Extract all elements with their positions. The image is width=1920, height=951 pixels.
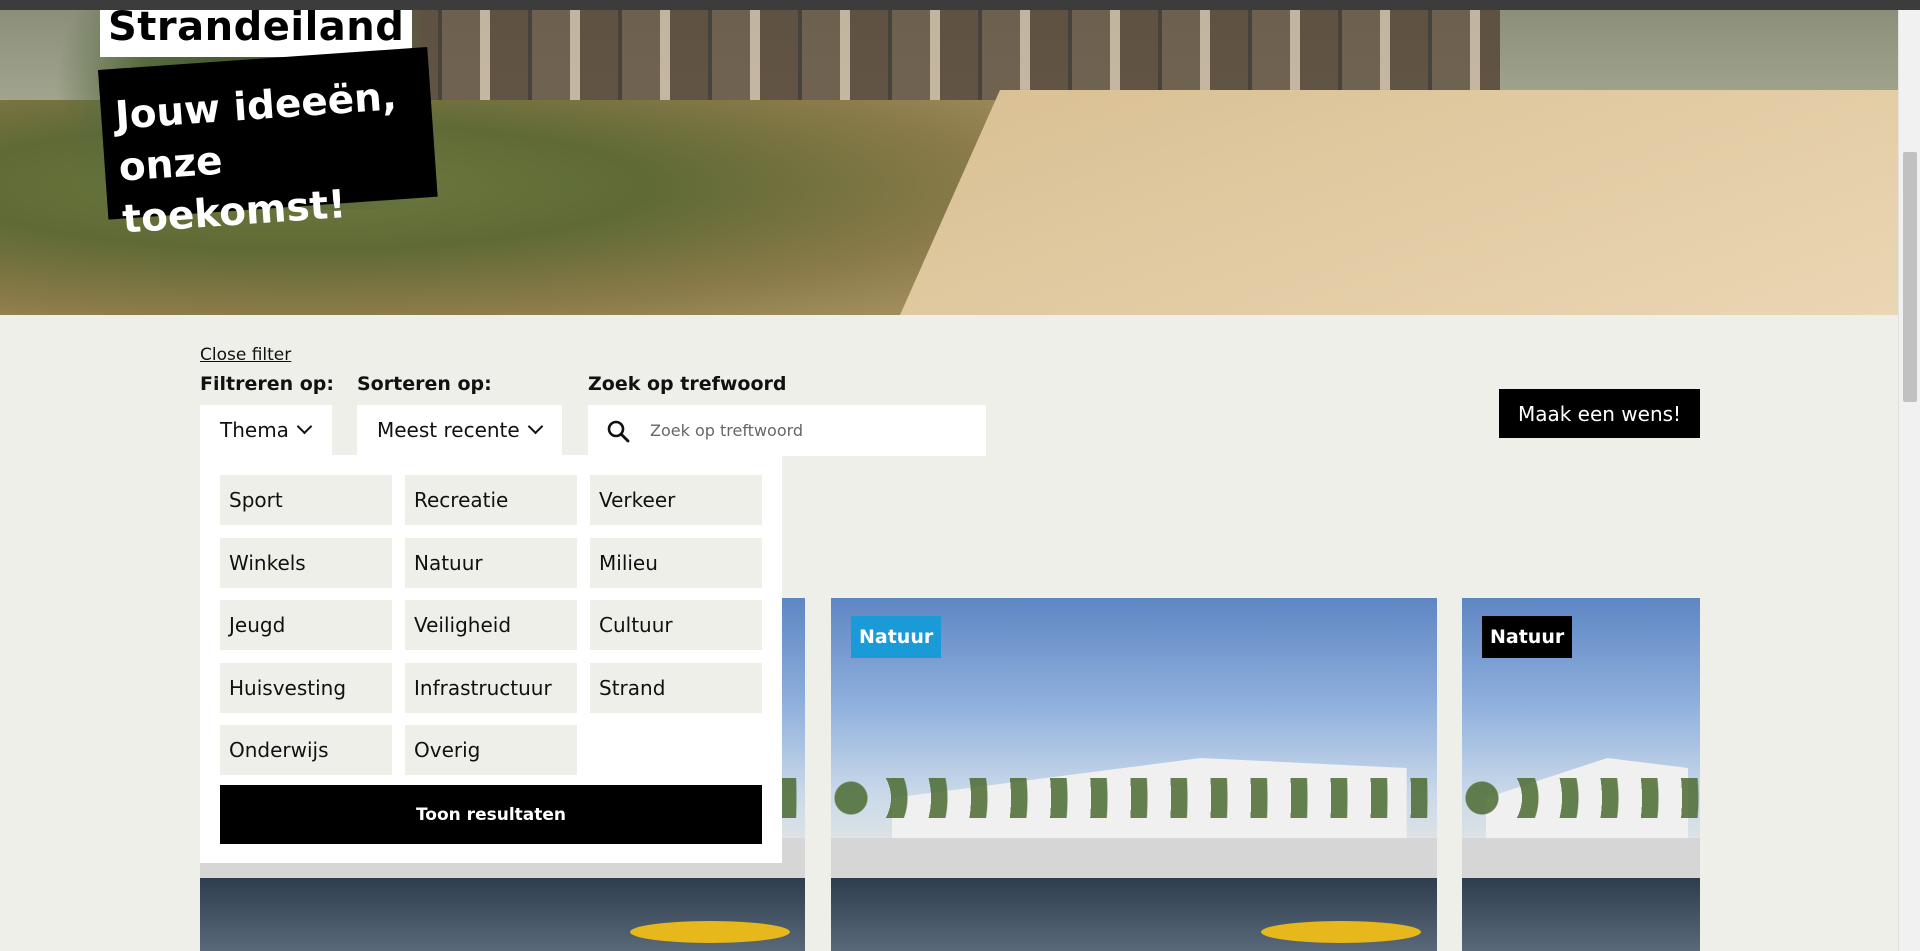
sort-label: Sorteren op: <box>357 373 492 395</box>
card-image-trees <box>1462 778 1700 818</box>
sort-dropdown[interactable]: Meest recente <box>357 405 562 455</box>
idea-card[interactable]: Natuur <box>1462 598 1700 951</box>
search-icon <box>607 420 630 442</box>
browser-top-bar <box>0 0 1920 10</box>
hero-beach <box>900 90 1898 315</box>
sort-dropdown-value: Meest recente <box>377 418 520 442</box>
make-wish-button[interactable]: Maak een wens! <box>1499 389 1700 438</box>
slogan-box: Jouw ideeën, onze toekomst! <box>98 46 438 243</box>
show-results-button[interactable]: Toon resultaten <box>220 785 762 844</box>
search-label: Zoek op trefwoord <box>588 373 787 395</box>
card-image-deck <box>831 838 1437 878</box>
thema-option[interactable]: Strand <box>590 663 762 713</box>
thema-option[interactable]: Winkels <box>220 538 392 588</box>
slogan-line-2: onze toekomst! <box>117 138 348 243</box>
thema-option[interactable]: Natuur <box>405 538 577 588</box>
scrollbar-thumb[interactable] <box>1903 152 1917 402</box>
thema-option[interactable]: Onderwijs <box>220 725 392 775</box>
thema-option[interactable]: Overig <box>405 725 577 775</box>
chevron-down-icon <box>527 418 543 434</box>
card-image-kayak <box>1261 921 1421 943</box>
thema-option[interactable]: Verkeer <box>590 475 762 525</box>
search-box[interactable] <box>588 405 986 456</box>
thema-dropdown[interactable]: Thema <box>200 405 332 455</box>
chevron-down-icon <box>296 418 313 434</box>
category-tag: Natuur <box>1482 616 1573 658</box>
thema-dropdown-value: Thema <box>220 418 289 442</box>
brand-title-box: Strandeiland <box>100 10 413 57</box>
thema-option[interactable]: Cultuur <box>590 600 762 650</box>
thema-option[interactable]: Infrastructuur <box>405 663 577 713</box>
thema-option[interactable]: Sport <box>220 475 392 525</box>
card-image-trees <box>831 778 1437 818</box>
thema-option[interactable]: Jeugd <box>220 600 392 650</box>
category-tag: Natuur <box>851 616 942 658</box>
thema-option[interactable]: Huisvesting <box>220 663 392 713</box>
hero-banner: Strandeiland Jouw ideeën, onze toekomst! <box>0 10 1898 315</box>
card-image-kayak <box>630 921 790 943</box>
page-scrollbar[interactable] <box>1898 10 1920 951</box>
card-image-deck <box>1462 838 1700 878</box>
brand-title: Strandeiland <box>108 10 405 50</box>
idea-card[interactable]: Natuur <box>831 598 1437 951</box>
filter-label: Filtreren op: <box>200 373 334 395</box>
thema-option[interactable]: Milieu <box>590 538 762 588</box>
thema-dropdown-panel: Sport Recreatie Verkeer Winkels Natuur M… <box>200 455 782 863</box>
search-input[interactable] <box>650 421 970 440</box>
thema-option[interactable]: Recreatie <box>405 475 577 525</box>
thema-option[interactable]: Veiligheid <box>405 600 577 650</box>
card-image-water <box>1462 878 1700 951</box>
close-filter-link[interactable]: Close filter <box>200 345 291 365</box>
